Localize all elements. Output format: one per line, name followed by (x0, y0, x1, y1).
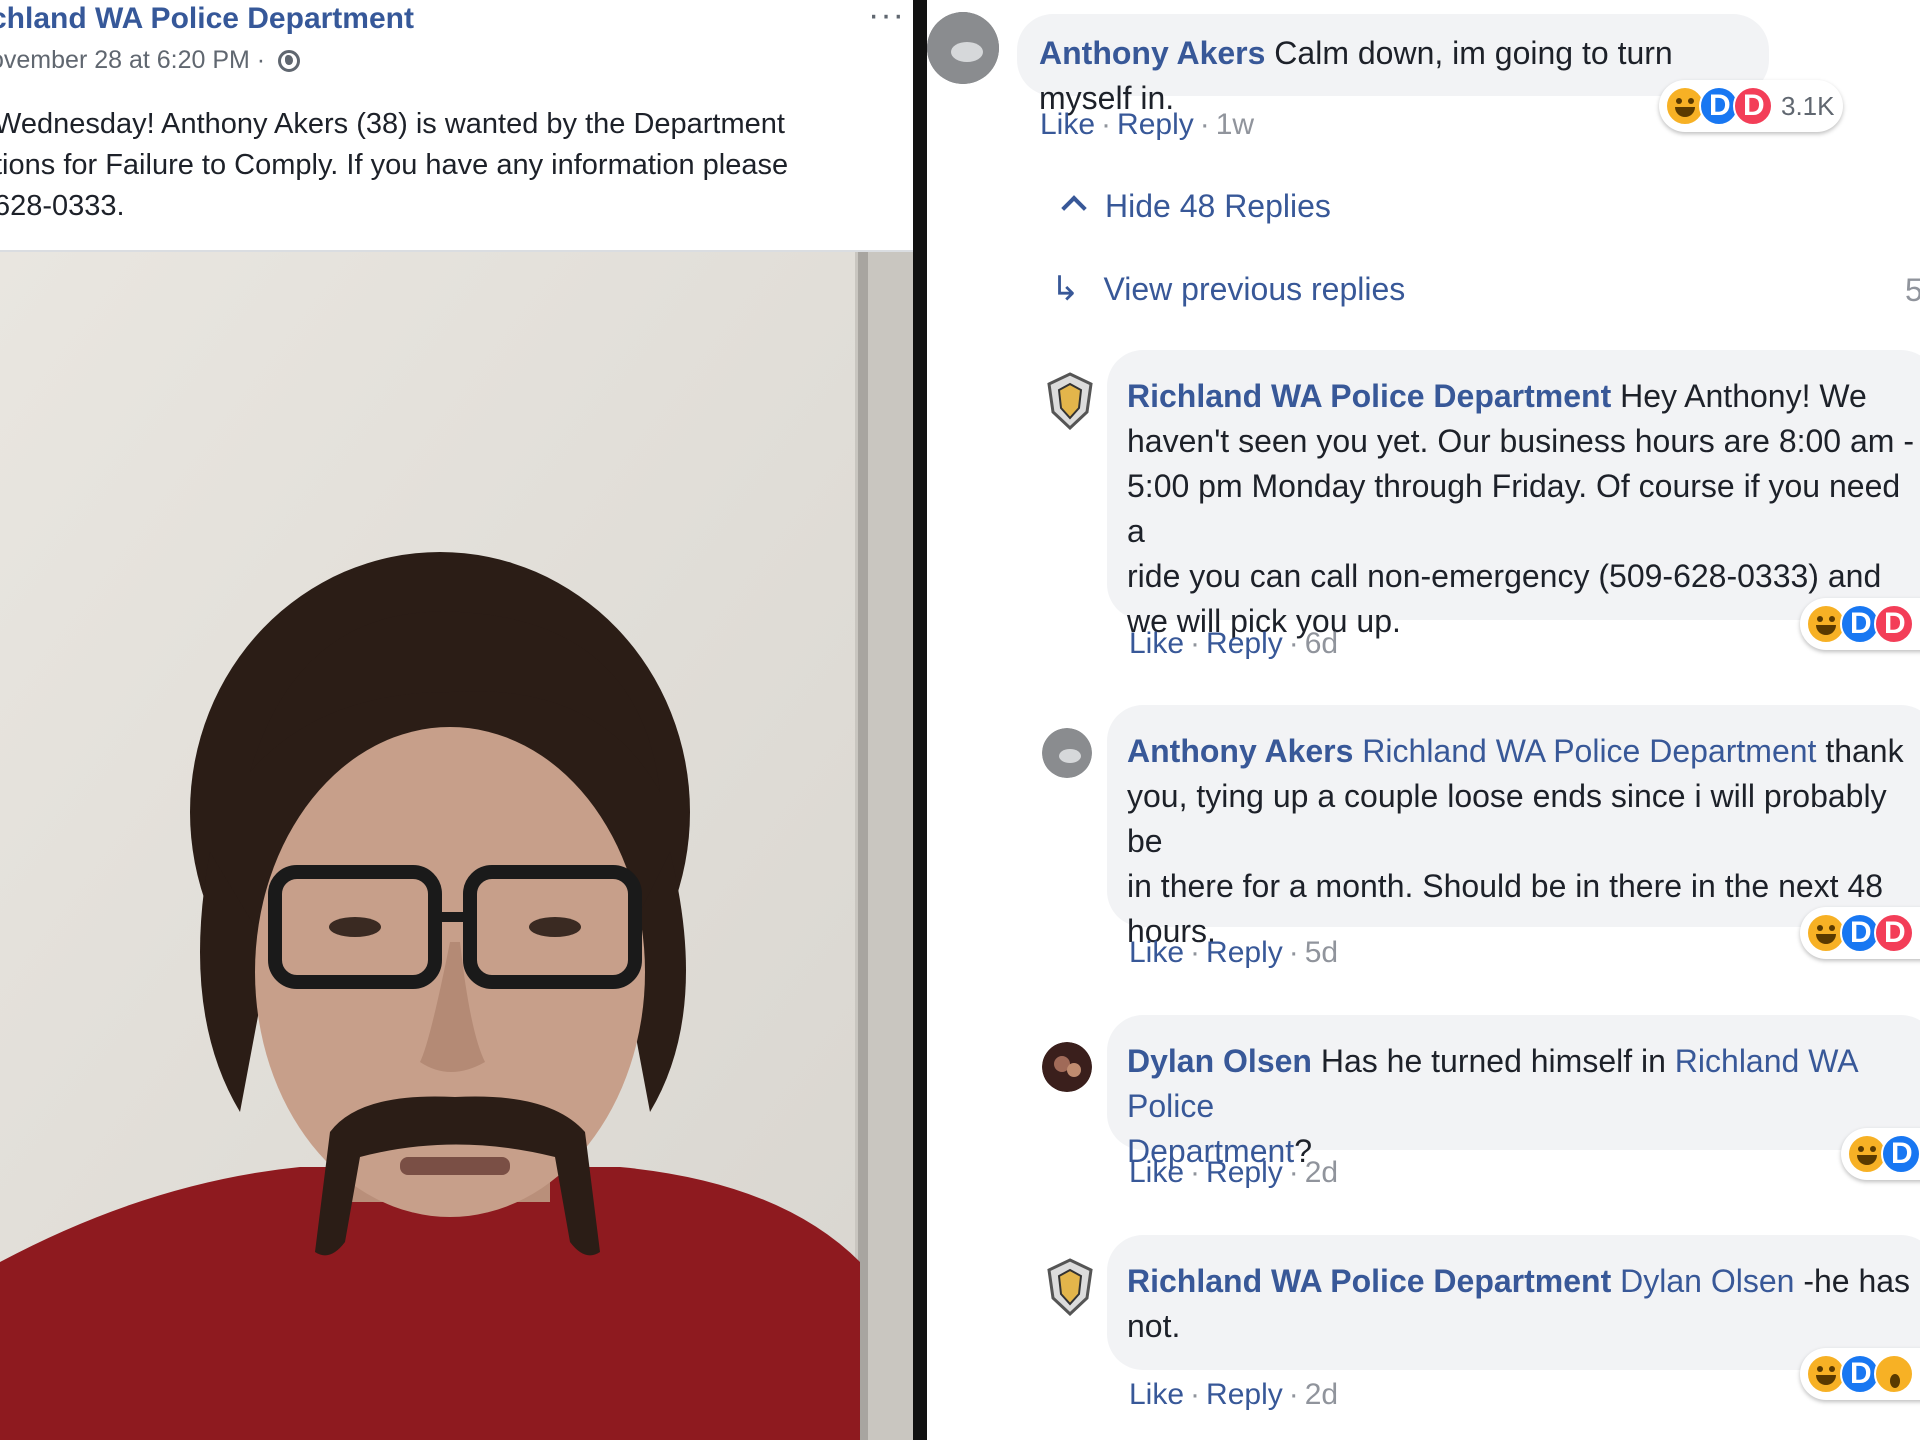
reaction-summary[interactable]: 6 (1800, 907, 1920, 959)
panel-divider (913, 0, 927, 1440)
view-previous-label: View previous replies (1103, 271, 1406, 307)
reply-age[interactable]: 2d (1305, 1156, 1338, 1189)
separator-dot: · (1288, 936, 1299, 969)
hide-replies-label: Hide 48 Replies (1105, 188, 1331, 224)
post-panel: chland WA Police Department ··· ovember … (0, 0, 913, 1440)
post-photo[interactable] (0, 250, 913, 1440)
post-timestamp[interactable]: ovember 28 at 6:20 PM · (0, 46, 301, 75)
reply-text: Hey Anthony! We haven't seen you yet. Ou… (1127, 378, 1914, 639)
reply-actions: Like · Reply · 2d (1129, 1378, 1338, 1412)
anthony-avatar[interactable] (1042, 728, 1092, 778)
police-avatar[interactable] (1045, 372, 1095, 430)
anthony-avatar[interactable] (927, 12, 999, 84)
separator-dot: · (1288, 627, 1299, 660)
reaction-summary[interactable]: 9 (1800, 598, 1920, 650)
love-reaction-icon (1874, 604, 1914, 644)
comment-actions: Like · Reply · 1w (1040, 108, 1254, 142)
hide-replies-link[interactable]: Hide 48 Replies (1061, 188, 1331, 225)
comments-panel: Anthony Akers Calm down, im going to tur… (927, 0, 1920, 1440)
reply-content: Richland WA Police Department Dylan Olse… (1127, 1259, 1917, 1349)
separator-dot: · (1288, 1156, 1299, 1189)
separator-dot: · (1190, 1156, 1201, 1189)
avatar-image (1042, 728, 1092, 778)
reply-link[interactable]: Reply (1206, 936, 1283, 969)
comment-bubble-top: Anthony Akers Calm down, im going to tur… (1017, 14, 1769, 116)
reply-link[interactable]: Reply (1206, 1156, 1283, 1189)
police-badge-icon (1047, 372, 1093, 430)
reply-actions: Like · Reply · 5d (1129, 936, 1338, 970)
chevron-up-icon (1061, 195, 1087, 221)
view-previous-replies-link[interactable]: ↳ View previous replies (1051, 269, 1405, 309)
post-line-1: Wednesday! Anthony Akers (38) is wanted … (0, 108, 785, 140)
avatar-image (1042, 1042, 1092, 1092)
avatar-image (927, 12, 999, 84)
reply-arrow-icon: ↳ (1051, 270, 1080, 308)
separator-dot: · (1190, 627, 1201, 660)
post-line-3: 628-0333. (0, 190, 125, 222)
reply-actions: Like · Reply · 6d (1129, 627, 1338, 661)
dylan-avatar[interactable] (1042, 1042, 1092, 1092)
reply-age[interactable]: 5d (1305, 936, 1338, 969)
reply-bubble-1: Richland WA Police Department Hey Anthon… (1107, 350, 1920, 639)
page-name-link[interactable]: chland WA Police Department (0, 2, 414, 36)
separator-dot: · (1101, 108, 1112, 141)
like-link[interactable]: Like (1129, 1378, 1184, 1411)
reply-age[interactable]: 2d (1305, 1378, 1338, 1411)
reply-author-link[interactable]: Richland WA Police Department (1127, 378, 1611, 414)
reaction-summary[interactable]: 1 (1800, 1348, 1920, 1400)
separator-dot: · (1190, 936, 1201, 969)
separator-dot: · (1190, 1378, 1201, 1411)
reply-bubble-3: Dylan Olsen Has he turned himself in Ric… (1107, 1015, 1920, 1169)
love-reaction-icon (1874, 913, 1914, 953)
globe-icon (278, 50, 301, 72)
post-header: chland WA Police Department ··· ovember … (0, 0, 913, 250)
comment-author-link[interactable]: Anthony Akers (1039, 35, 1265, 71)
like-link[interactable]: Like (1040, 108, 1095, 141)
timestamp-text: ovember 28 at 6:20 PM · (0, 46, 273, 74)
reply-content: Anthony Akers Richland WA Police Departm… (1127, 729, 1917, 954)
post-line-2: tions for Failure to Comply. If you have… (0, 149, 789, 181)
reply-author-link[interactable]: Dylan Olsen (1127, 1043, 1312, 1079)
mention-link[interactable]: Richland WA Police Department (1353, 733, 1816, 769)
previous-replies-count: 5 (1905, 272, 1920, 308)
reaction-count: 3.1K (1781, 90, 1835, 121)
reply-author-link[interactable]: Anthony Akers (1127, 733, 1353, 769)
mugshot-image (0, 252, 913, 1440)
reply-content: Dylan Olsen Has he turned himself in Ric… (1127, 1039, 1917, 1174)
reply-bubble-4: Richland WA Police Department Dylan Olse… (1107, 1235, 1920, 1370)
like-link[interactable]: Like (1129, 627, 1184, 660)
reply-bubble-2: Anthony Akers Richland WA Police Departm… (1107, 705, 1920, 949)
separator-dot: · (1199, 108, 1210, 141)
police-badge-icon (1047, 1258, 1093, 1316)
like-link[interactable]: Like (1129, 936, 1184, 969)
reply-link[interactable]: Reply (1206, 1378, 1283, 1411)
separator-dot: · (1288, 1378, 1299, 1411)
mention-link[interactable]: Dylan Olsen (1611, 1263, 1794, 1299)
reply-content: Richland WA Police Department Hey Anthon… (1127, 374, 1917, 644)
reply-author-link[interactable]: Richland WA Police Department (1127, 1263, 1611, 1299)
wow-reaction-icon (1874, 1354, 1914, 1394)
reaction-summary[interactable]: 3.1K (1659, 80, 1843, 132)
reply-text: Has he turned himself in (1311, 1043, 1675, 1079)
like-reaction-icon (1881, 1134, 1920, 1174)
like-link[interactable]: Like (1129, 1156, 1184, 1189)
reply-age[interactable]: 6d (1305, 627, 1338, 660)
more-options-icon[interactable]: ··· (868, 0, 905, 35)
reply-link[interactable]: Reply (1206, 627, 1283, 660)
love-reaction-icon (1733, 86, 1773, 126)
comment-age[interactable]: 1w (1216, 108, 1254, 141)
reaction-summary[interactable] (1841, 1128, 1920, 1180)
reply-actions: Like · Reply · 2d (1129, 1156, 1338, 1190)
post-text: Wednesday! Anthony Akers (38) is wanted … (0, 104, 906, 227)
reply-link[interactable]: Reply (1117, 108, 1194, 141)
police-avatar[interactable] (1045, 1258, 1095, 1316)
